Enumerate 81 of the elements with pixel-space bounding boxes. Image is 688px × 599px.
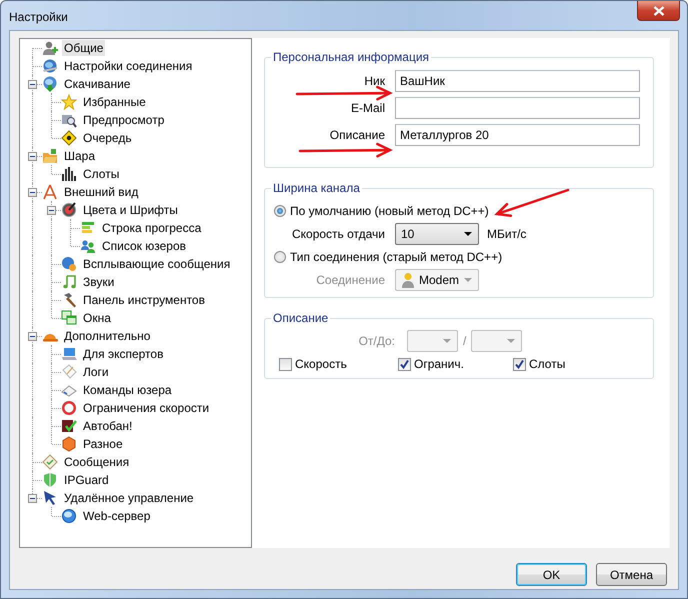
- tree-item[interactable]: Web-сервер: [81, 508, 152, 524]
- tree-item[interactable]: Ограничения скорости: [81, 400, 212, 416]
- tree-item[interactable]: Для экспертов: [81, 346, 166, 362]
- tree-item[interactable]: Звуки: [81, 274, 116, 290]
- tree-item[interactable]: Шара: [62, 148, 98, 164]
- collapse-toggle[interactable]: [28, 332, 37, 341]
- caret-icon: [443, 339, 451, 343]
- progress-bars-icon: [80, 220, 96, 236]
- field-label: От/До:: [358, 334, 395, 348]
- laptop-icon: [61, 346, 77, 362]
- tree-item[interactable]: Список юзеров: [100, 238, 188, 254]
- close-icon: [652, 6, 664, 16]
- checkmark-icon: [61, 418, 77, 434]
- radio-label[interactable]: По умолчанию (новый метод DC++): [290, 204, 489, 218]
- tree-item[interactable]: Логи: [81, 364, 111, 380]
- speed-dropdown[interactable]: 10: [395, 223, 479, 245]
- tree-item[interactable]: Команды юзера: [81, 382, 174, 398]
- hexagon-icon: [61, 436, 77, 452]
- tree-item[interactable]: Избранные: [81, 94, 148, 110]
- shield-icon: [42, 472, 58, 488]
- tree-item[interactable]: Панель инструментов: [81, 292, 207, 308]
- tree-item[interactable]: Удалённое управление: [62, 490, 196, 506]
- collapse-toggle[interactable]: [28, 152, 37, 161]
- users-icon: [80, 238, 96, 254]
- field-label: E-Mail: [350, 101, 385, 115]
- tree-item[interactable]: Дополнительно: [62, 328, 152, 344]
- tree-item[interactable]: Внешний вид: [62, 184, 140, 200]
- tree-item[interactable]: Разное: [81, 436, 125, 452]
- collapse-toggle[interactable]: [47, 206, 56, 215]
- tree-item[interactable]: Предпросмотр: [81, 112, 166, 128]
- collapse-toggle[interactable]: [28, 188, 37, 197]
- tree-item[interactable]: Автобан!: [81, 418, 134, 434]
- dialog-button[interactable]: Отмена: [596, 563, 667, 586]
- field-label: Ник: [364, 74, 385, 88]
- group-title: Ширина канала: [272, 181, 361, 195]
- close-button[interactable]: [637, 1, 680, 21]
- group-title: Описание: [272, 311, 330, 325]
- collapse-toggle[interactable]: [28, 80, 37, 89]
- tree-item[interactable]: Скачивание: [62, 76, 132, 92]
- tree-item[interactable]: Строка прогресса: [100, 220, 204, 236]
- dialog-button[interactable]: OK: [516, 563, 587, 586]
- speed-limit-icon: [61, 400, 77, 416]
- caret-icon: [507, 339, 516, 343]
- music-note-icon: [61, 274, 77, 290]
- text-field[interactable]: ВашНик: [395, 70, 640, 92]
- text-field[interactable]: Металлургов 20: [395, 124, 640, 146]
- tree-item[interactable]: Общие: [62, 40, 106, 56]
- tree-item[interactable]: Очередь: [81, 130, 134, 146]
- tree-item[interactable]: IPGuard: [62, 472, 111, 488]
- tree-item[interactable]: Окна: [81, 310, 113, 326]
- group-title: Персональная информация: [272, 50, 430, 64]
- text-field[interactable]: [395, 97, 640, 119]
- separator-label: /: [463, 334, 466, 348]
- radio-button[interactable]: [274, 205, 286, 217]
- note-icon: [42, 454, 58, 470]
- star-icon: [61, 94, 77, 110]
- tree-item[interactable]: Настройки соединения: [62, 58, 194, 74]
- unit-label: МБит/с: [487, 227, 526, 241]
- globe-icon: [42, 58, 58, 74]
- globe-icon: [42, 76, 58, 92]
- magnifier-icon: [61, 112, 77, 128]
- caret-icon: [464, 278, 472, 282]
- caret-icon: [464, 232, 472, 236]
- collapse-toggle[interactable]: [28, 494, 37, 503]
- person-icon: [401, 272, 415, 288]
- field-label: Соединение: [315, 273, 385, 287]
- windows-icon: [61, 310, 77, 326]
- radio-button[interactable]: [274, 251, 286, 263]
- cursor-icon: [42, 490, 58, 506]
- tree-item[interactable]: Сообщения: [62, 454, 132, 470]
- tree-item[interactable]: Слоты: [81, 166, 122, 182]
- radio-label[interactable]: Тип соединения (старый метод DC++): [290, 250, 502, 264]
- warning-sign-icon: [61, 130, 77, 146]
- bar-chart-icon: [61, 166, 77, 182]
- field-label: Скорость отдачи: [290, 227, 385, 241]
- window-title: Настройки: [9, 10, 68, 24]
- tree-item[interactable]: Всплывающие сообщения: [81, 256, 232, 272]
- field-label: Описание: [330, 128, 385, 142]
- folder-icon: [42, 148, 58, 164]
- globe-icon: [61, 508, 77, 524]
- tree-item[interactable]: Цвета и Шрифты: [81, 202, 180, 218]
